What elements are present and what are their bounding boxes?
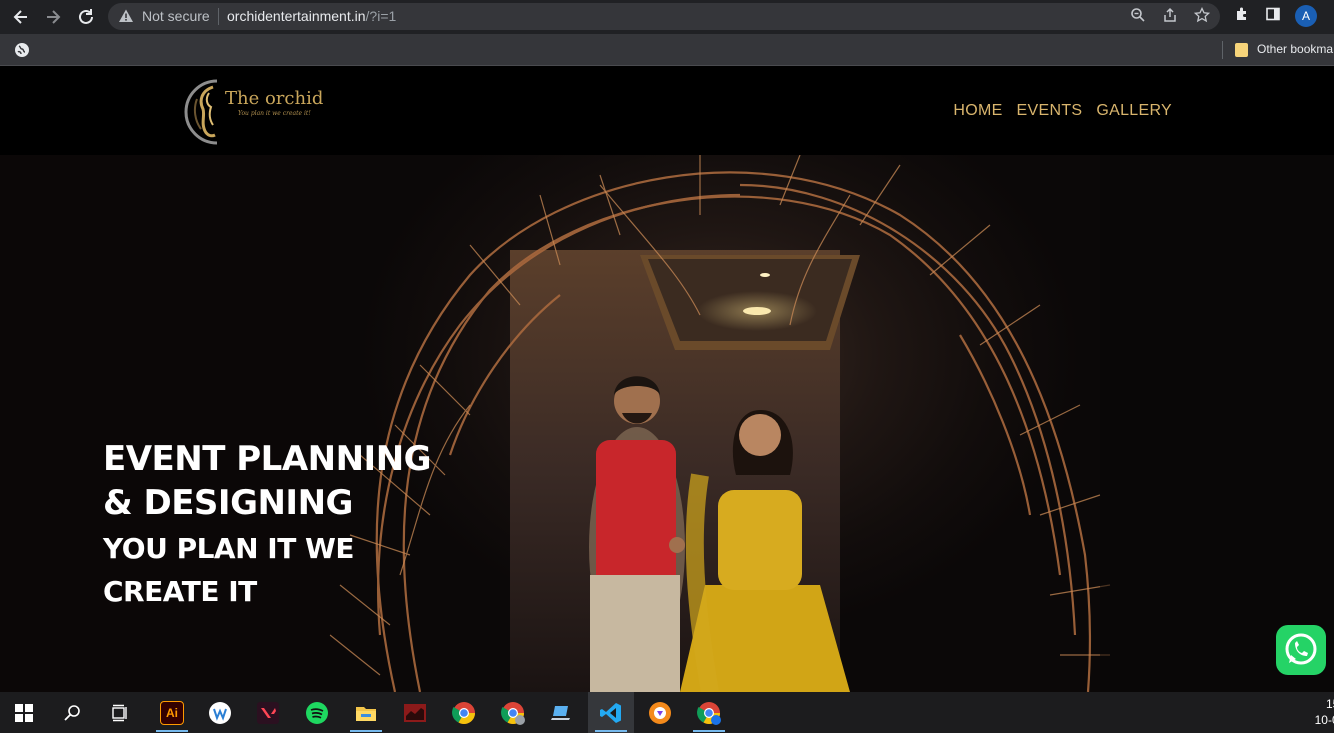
- hero-title-line2: & DESIGNING: [103, 483, 353, 523]
- globe-icon[interactable]: [14, 42, 30, 58]
- hero-headline: EVENT PLANNING & DESIGNING YOU PLAN IT W…: [103, 437, 432, 613]
- illustrator-icon: Ai: [160, 700, 184, 725]
- nav-gallery-link[interactable]: GALLERY: [1096, 102, 1172, 120]
- hero-title-line1: EVENT PLANNING: [103, 439, 432, 479]
- main-nav: HOME EVENTS GALLERY: [953, 102, 1172, 120]
- vscode-icon: [600, 702, 621, 723]
- nav-home-link[interactable]: HOME: [953, 102, 1002, 120]
- hero-banner: EVENT PLANNING & DESIGNING YOU PLAN IT W…: [0, 155, 1334, 692]
- app-w-icon: [209, 701, 231, 724]
- url-host: orchidentertainment.in: [227, 8, 366, 24]
- start-button[interactable]: [1, 692, 47, 733]
- reload-icon[interactable]: [75, 6, 97, 28]
- task-view-icon: [112, 704, 127, 721]
- taskbar-chrome-profile[interactable]: [490, 692, 536, 733]
- browser-toolbar: Not secure orchidentertainment.in/?i=1 A: [0, 0, 1334, 34]
- chrome-active-icon: [697, 701, 721, 725]
- search-icon: [64, 704, 80, 721]
- taskbar-spotify[interactable]: [294, 692, 340, 733]
- bookmarks-bar: Other bookma: [0, 34, 1334, 66]
- valorant-icon: [257, 701, 279, 724]
- profile-avatar[interactable]: A: [1295, 5, 1317, 27]
- forward-icon[interactable]: [42, 6, 64, 28]
- folder-icon[interactable]: [1235, 43, 1248, 57]
- taskbar-chrome-active[interactable]: [686, 692, 732, 733]
- hero-subtitle-line1: YOU PLAN IT WE: [103, 532, 355, 565]
- extensions-icon[interactable]: [1231, 6, 1253, 28]
- taskbar-chrome[interactable]: [441, 692, 487, 733]
- bookmark-star-icon[interactable]: [1192, 6, 1212, 27]
- site-logo[interactable]: The orchid You plan it we create it!: [183, 79, 343, 145]
- start-icon: [15, 703, 33, 722]
- address-bar[interactable]: Not secure orchidentertainment.in/?i=1: [108, 3, 1220, 30]
- nav-events-link[interactable]: EVENTS: [1017, 102, 1083, 120]
- zoom-icon[interactable]: [1128, 7, 1148, 27]
- file-explorer-icon: [356, 706, 376, 721]
- taskbar-game[interactable]: [392, 692, 438, 733]
- taskbar-valorant[interactable]: [245, 692, 291, 733]
- bookmarks-divider: [1222, 41, 1223, 59]
- system-clock[interactable]: 15:16 10-01-2: [1296, 696, 1334, 728]
- clock-date: 10-01-2: [1314, 713, 1334, 727]
- site-header: The orchid You plan it we create it! HOM…: [0, 67, 1334, 155]
- taskbar-vscode[interactable]: [588, 692, 634, 733]
- whatsapp-icon: [1285, 633, 1317, 665]
- side-panel-icon[interactable]: [1262, 6, 1284, 28]
- task-view-button[interactable]: [97, 692, 143, 733]
- other-bookmarks-link[interactable]: Other bookma: [1257, 42, 1333, 56]
- url-path: /?i=1: [365, 8, 397, 24]
- whatsapp-button[interactable]: [1276, 625, 1326, 675]
- clock-time: 15:16: [1325, 697, 1334, 711]
- taskbar-brave[interactable]: [637, 692, 683, 733]
- brand-name: The orchid: [225, 88, 324, 109]
- share-icon[interactable]: [1160, 7, 1180, 27]
- laptop-icon: [551, 705, 570, 720]
- warning-icon[interactable]: [118, 8, 134, 24]
- game-icon: [404, 703, 426, 722]
- brave-icon: [649, 701, 671, 724]
- brand-tagline: You plan it we create it!: [238, 110, 311, 117]
- spotify-icon: [306, 701, 328, 724]
- taskbar-search-button[interactable]: [49, 692, 95, 733]
- orchid-face-logo-icon: [184, 79, 218, 145]
- hero-subtitle-line2: CREATE IT: [103, 575, 257, 608]
- omnibox-divider: [218, 8, 219, 25]
- back-icon[interactable]: [10, 6, 32, 28]
- taskbar-app-w[interactable]: [197, 692, 243, 733]
- url-text[interactable]: orchidentertainment.in/?i=1: [227, 8, 396, 24]
- security-label[interactable]: Not secure: [142, 8, 210, 24]
- taskbar-illustrator[interactable]: Ai: [149, 692, 195, 733]
- taskbar-laptop[interactable]: [539, 692, 585, 733]
- windows-taskbar: Ai 15:16 10-01-2: [0, 692, 1334, 733]
- chrome-profile-icon: [501, 701, 525, 725]
- taskbar-file-explorer[interactable]: [343, 692, 389, 733]
- chrome-icon: [452, 701, 475, 724]
